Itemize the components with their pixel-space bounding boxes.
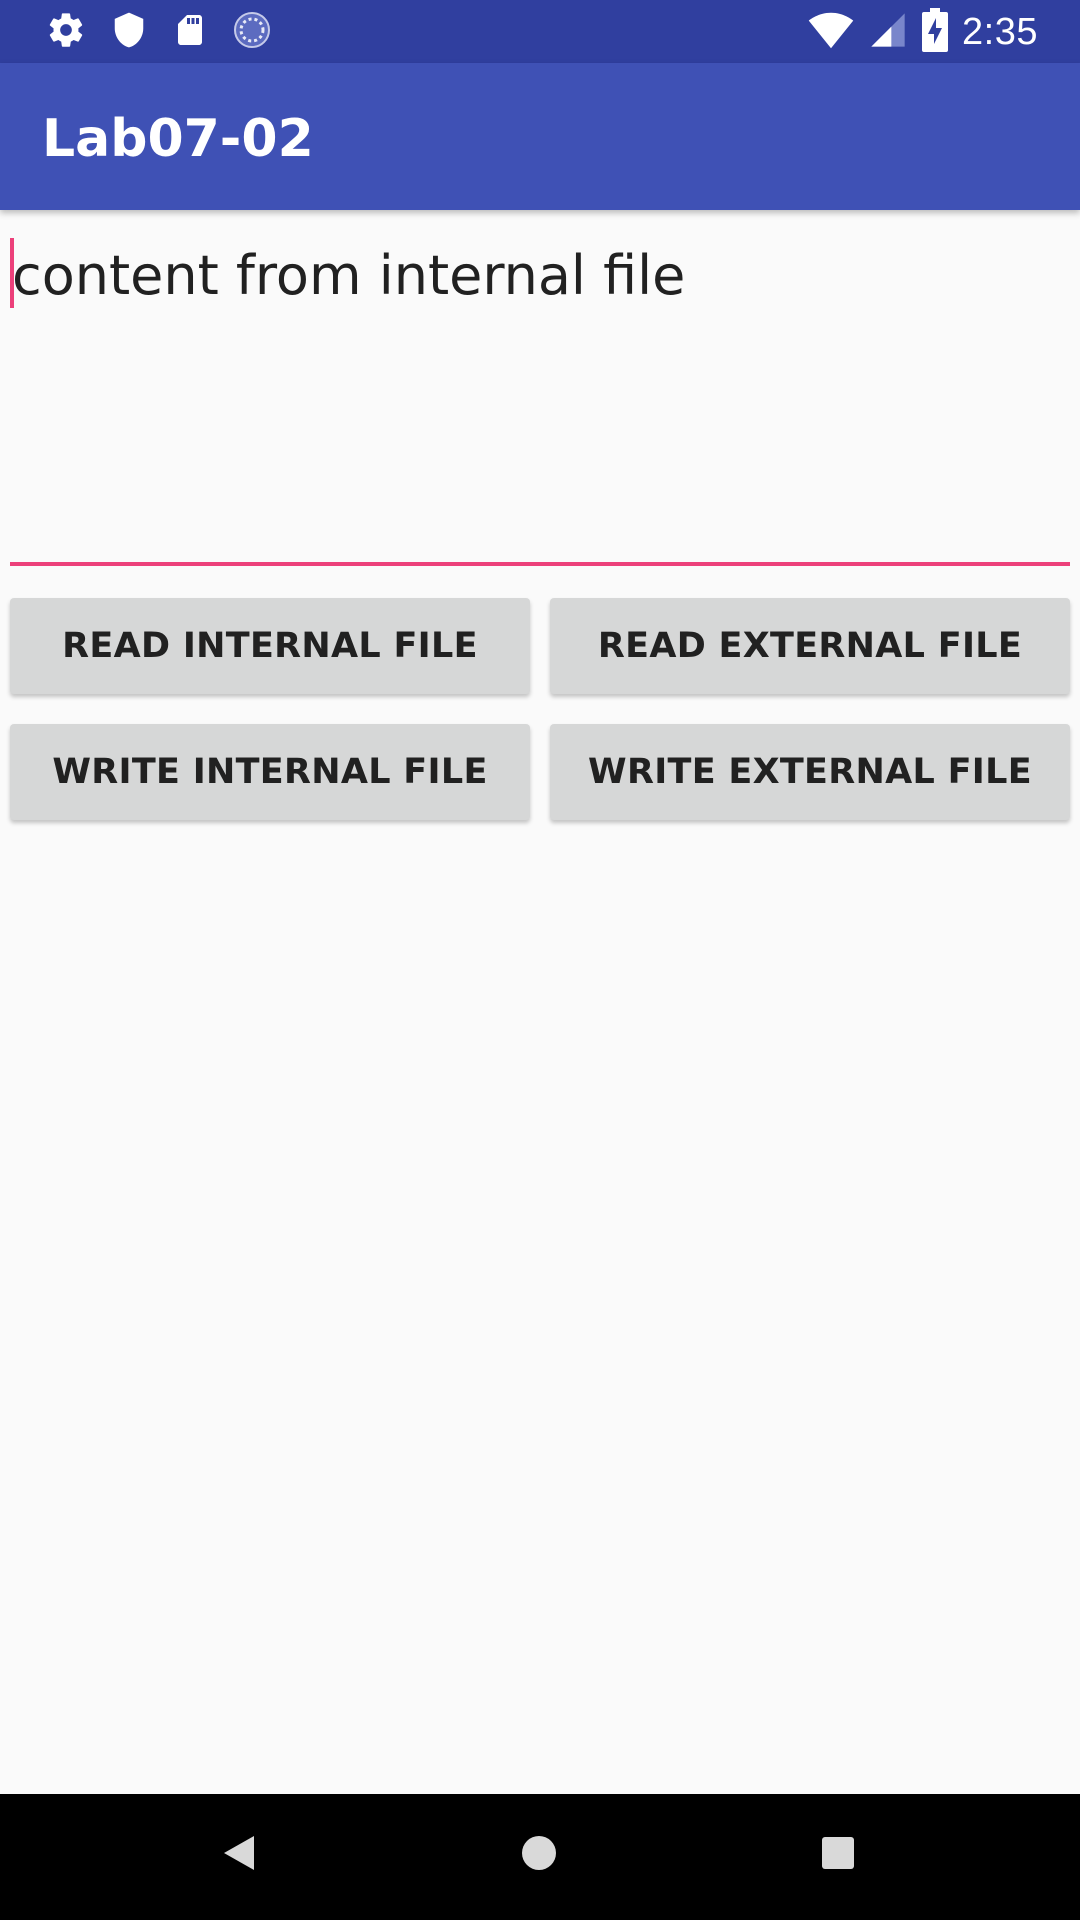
write-internal-file-button[interactable]: WRITE INTERNAL FILE [10, 724, 530, 820]
write-external-file-button[interactable]: WRITE EXTERNAL FILE [550, 724, 1070, 820]
status-time: 2:35 [962, 10, 1038, 53]
content-text-field[interactable]: content from internal file [10, 232, 1070, 566]
settings-icon [46, 10, 86, 55]
home-icon[interactable] [521, 1835, 557, 1876]
app-title: Lab07-02 [42, 109, 314, 169]
wifi-icon [808, 10, 854, 55]
app-bar: Lab07-02 [0, 63, 1080, 210]
shield-icon [110, 10, 148, 55]
recents-icon[interactable] [821, 1836, 855, 1875]
status-icons-left [46, 10, 272, 55]
back-icon[interactable] [222, 1834, 256, 1877]
battery-charging-icon [922, 7, 949, 57]
sync-icon [232, 10, 272, 55]
signal-icon [868, 10, 908, 55]
read-external-file-button[interactable]: READ EXTERNAL FILE [550, 598, 1070, 694]
sd-card-icon [172, 10, 208, 55]
read-internal-file-button[interactable]: READ INTERNAL FILE [10, 598, 530, 694]
content-text-value: content from internal file [12, 244, 686, 307]
status-bar: 2:35 [0, 0, 1080, 63]
status-icons-right: 2:35 [808, 7, 1038, 57]
navigation-bar [0, 1794, 1080, 1920]
